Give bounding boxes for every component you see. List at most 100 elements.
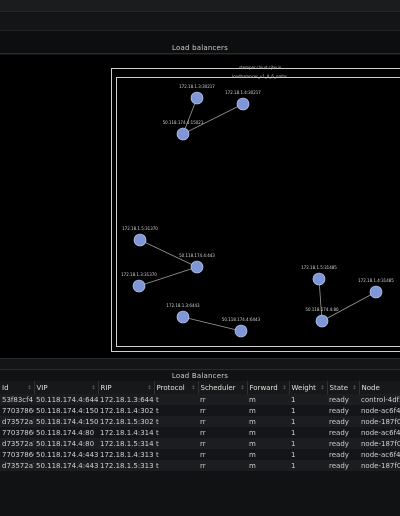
load-balancer-graph[interactable]: stemper.cloud.cjtw.io loadbalancer_v1_9_…	[0, 55, 400, 358]
table-cell: d73572a7	[0, 460, 34, 471]
graph-node[interactable]	[315, 314, 329, 328]
column-header[interactable]: RIP ↕	[98, 381, 155, 394]
graph-node-label: 50.118.174.4:15021	[163, 120, 204, 125]
sort-icon[interactable]: ↕	[147, 385, 151, 391]
table-cell: t	[154, 438, 198, 449]
table-cell: 1	[289, 416, 327, 427]
table-cell: rr	[198, 416, 247, 427]
graph-node[interactable]	[312, 272, 326, 286]
table-row[interactable]: d73572a750.118.174.4:443172.18.1.5:31370…	[0, 460, 400, 471]
table-row[interactable]: d73572a750.118.174.4:80172.18.1.5:31485t…	[0, 438, 400, 449]
table-cell: 1	[289, 427, 327, 438]
graph-node[interactable]	[176, 310, 190, 324]
table-cell: 77037860	[0, 405, 34, 416]
column-header-label: Forward	[249, 383, 278, 392]
table-cell: 1	[289, 460, 327, 471]
graph-node[interactable]	[133, 233, 147, 247]
column-header-label: RIP	[100, 383, 112, 392]
column-header-label: Weight	[291, 383, 316, 392]
table-row[interactable]: d73572a750.118.174.4:15021172.18.1.5:302…	[0, 416, 400, 427]
table-cell: m	[247, 438, 289, 449]
table-cell: 50.118.174.4:15021	[34, 416, 98, 427]
graph-node-label: 50.118.174.4:6443	[222, 317, 261, 322]
graph-node-label: 172.18.1.5:31485	[301, 265, 337, 270]
column-header-label: Id	[2, 383, 9, 392]
table-body: 53f83cf4 50.118.174.4:6443 172.18.1.3:6443…	[0, 394, 400, 471]
graph-node[interactable]	[369, 285, 383, 299]
table-cell: 50.118.174.4:443	[34, 460, 98, 471]
top-toolbar	[0, 0, 400, 12]
column-header-label: State	[329, 383, 349, 392]
column-header[interactable]: State ↕	[327, 381, 360, 394]
table-cell: t	[154, 394, 198, 405]
table-cell: ready	[327, 449, 359, 460]
table-title: Load Balancers	[171, 372, 229, 380]
table-cell: 1	[289, 449, 327, 460]
table-cell: ready	[327, 438, 359, 449]
sort-icon[interactable]: ↕	[191, 385, 195, 391]
column-header[interactable]: Protocol ↕	[154, 381, 199, 394]
table-row[interactable]: 7703786050.118.174.4:80172.18.1.4:31485t…	[0, 427, 400, 438]
graph-node-label: 172.18.1.5:31370	[122, 226, 158, 231]
table-cell: d73572a7	[0, 438, 34, 449]
column-header[interactable]: VIP ↕	[34, 381, 99, 394]
table-row[interactable]: 7703786050.118.174.4:15021172.18.1.4:302…	[0, 405, 400, 416]
column-header[interactable]: Id ↕	[0, 381, 35, 394]
column-header[interactable]: Node	[359, 381, 400, 394]
sort-icon[interactable]: ↕	[352, 385, 356, 391]
table-cell: rr	[198, 449, 247, 460]
table-cell: t	[154, 449, 198, 460]
table-cell: 50.118.174.4:15021	[34, 405, 98, 416]
graph-node[interactable]	[190, 260, 204, 274]
column-header-label: Scheduler	[200, 383, 236, 392]
table-cell: node-ac6f43b	[359, 405, 400, 416]
table-cell: rr	[198, 394, 247, 405]
table-row[interactable]: 7703786050.118.174.4:443172.18.1.4:31370…	[0, 449, 400, 460]
table-cell: rr	[198, 427, 247, 438]
column-header[interactable]: Forward ↕	[247, 381, 290, 394]
graph-node[interactable]	[236, 97, 250, 111]
table-cell: 172.18.1.5:30217	[98, 416, 154, 427]
table-cell: 50.118.174.4:6443	[34, 394, 98, 405]
table-row[interactable]: 53f83cf4 50.118.174.4:6443 172.18.1.3:6443…	[0, 394, 400, 405]
column-header[interactable]: Scheduler ↕	[198, 381, 248, 394]
table-cell: 172.18.1.5:31370	[98, 460, 154, 471]
sort-icon[interactable]: ↕	[240, 385, 244, 391]
graph-node[interactable]	[176, 127, 190, 141]
table-cell: ready	[327, 405, 359, 416]
graph-node[interactable]	[132, 279, 146, 293]
table-cell: 77037860	[0, 449, 34, 460]
table-cell: ready	[327, 394, 359, 405]
table-cell: 1	[289, 438, 327, 449]
table-cell: d73572a7	[0, 416, 34, 427]
table-cell: 53f83cf4	[0, 394, 34, 405]
graph-canvas[interactable]: 172.18.1.3:30217 172.18.1.4:30217 50.118.1…	[0, 55, 400, 358]
column-header[interactable]: Weight ↕	[289, 381, 328, 394]
sort-icon[interactable]: ↕	[320, 385, 324, 391]
graph-node-label: 172.18.1.3:30217	[179, 84, 215, 89]
column-header-label: Protocol	[156, 383, 185, 392]
table-cell: 1	[289, 405, 327, 416]
table-cell: 172.18.1.4:31485	[98, 427, 154, 438]
sort-icon[interactable]: ↕	[27, 385, 31, 391]
table-cell: 172.18.1.4:30217	[98, 405, 154, 416]
sort-icon[interactable]: ↕	[282, 385, 286, 391]
sort-icon[interactable]: ↕	[91, 385, 95, 391]
table-cell: t	[154, 460, 198, 471]
table-cell: ready	[327, 416, 359, 427]
graph-edge	[182, 103, 244, 135]
graph-edge	[318, 278, 323, 322]
graph-node-label: 172.18.1.4:30217	[225, 90, 261, 95]
graph-node[interactable]	[190, 91, 204, 105]
graph-node[interactable]	[234, 324, 248, 338]
secondary-toolbar	[0, 12, 400, 31]
graph-node-label: 172.18.1.4:31485	[358, 278, 394, 283]
table-cell: node-187f0a0	[359, 438, 400, 449]
column-header-label: VIP	[36, 383, 48, 392]
table-cell: 172.18.1.5:31485	[98, 438, 154, 449]
load-balancer-table: Id ↕ VIP ↕ RIP ↕ Protocol ↕ Scheduler ↕ Forward ↕ We…	[0, 381, 400, 471]
table-cell: m	[247, 460, 289, 471]
graph-node-label: 50.118.174.4:443	[179, 253, 215, 258]
table-cell: t	[154, 427, 198, 438]
table-cell: node-187f0a0	[359, 460, 400, 471]
